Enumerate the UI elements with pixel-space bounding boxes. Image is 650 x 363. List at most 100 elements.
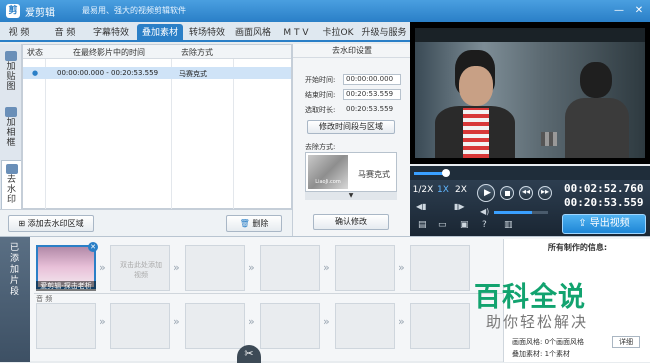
export-video-button[interactable]: ⇪ 导出视频 xyxy=(562,214,646,234)
person-face xyxy=(459,66,493,106)
tab-karaoke[interactable]: 卡拉OK xyxy=(316,24,360,42)
arrow-icon: » xyxy=(323,261,330,274)
bg-person-head xyxy=(580,62,612,98)
play-button[interactable]: ▶ xyxy=(477,184,495,202)
method-selector[interactable]: LiaoJi.com 马赛克式 xyxy=(305,152,397,192)
side-tab-label: 去水印 xyxy=(6,175,16,205)
modify-range-button[interactable]: 修改时间段与区域 xyxy=(307,120,395,134)
tab-audio[interactable]: 音 频 xyxy=(48,24,82,42)
added-clips-tab[interactable]: 已添加片段 xyxy=(0,237,30,362)
speed-double-button[interactable]: 2X xyxy=(452,184,470,196)
style-info-row: 画面风格: 0个画面风格 xyxy=(512,337,584,347)
tab-style[interactable]: 画面风格 xyxy=(230,24,276,42)
add-watermark-area-button[interactable]: ⊞ 添加去水印区域 xyxy=(8,215,94,232)
table-header: 状态 在最终影片中的时间 去除方式 xyxy=(23,45,291,59)
column-header[interactable]: 在最终影片中的时间 xyxy=(73,47,145,58)
side-tab-remove-watermark[interactable]: 去水印 xyxy=(1,160,21,210)
empty-clip-slot[interactable] xyxy=(260,245,320,291)
tab-upgrade[interactable]: 升级与服务 xyxy=(358,24,410,42)
arrow-icon: » xyxy=(398,261,405,274)
stop-button[interactable] xyxy=(500,186,514,200)
player-controls: 1/2X 1X 2X ▶ ◂◂ ▸▸ ◀▮ ▮▶ ◀) 00:02:52.760… xyxy=(410,180,650,236)
method-dropdown-icon[interactable]: ▼ xyxy=(305,192,397,200)
empty-clip-slot[interactable]: 双击此处添加视频 xyxy=(110,245,170,291)
watermark-settings-panel: 去水印设置 开始时间: 00:00:00.000 结束时间: 00:20:53.… xyxy=(292,44,411,236)
save-icon[interactable]: ▣ xyxy=(460,220,469,230)
tab-subtitle[interactable]: 字幕特效 xyxy=(88,24,134,42)
skip-forward-icon[interactable]: ▮▶ xyxy=(454,202,465,211)
detail-button[interactable]: 详细 xyxy=(612,336,640,348)
close-button[interactable]: ✕ xyxy=(632,4,646,18)
end-time-field[interactable]: 00:20:53.559 xyxy=(343,89,401,100)
minimize-button[interactable]: — xyxy=(612,4,626,18)
thumbnail-caption: LiaoJi.com xyxy=(315,179,341,185)
button-label: 导出视频 xyxy=(589,218,630,229)
delete-button[interactable]: 🗑 删除 xyxy=(226,215,282,232)
empty-clip-slot[interactable] xyxy=(410,245,470,291)
empty-clip-slot[interactable] xyxy=(185,245,245,291)
column-header[interactable]: 状态 xyxy=(27,47,43,58)
video-preview[interactable] xyxy=(410,22,650,164)
app-slogan: 最易用、强大的视频剪辑软件 xyxy=(82,6,186,15)
audio-slot[interactable] xyxy=(36,303,96,349)
side-tab-frame[interactable]: 加相框 xyxy=(1,104,21,154)
style-value: 0个画面风格 xyxy=(544,338,585,346)
style-label: 画面风格: xyxy=(512,338,543,346)
folder-icon[interactable]: ▭ xyxy=(438,220,447,230)
row-status: ● xyxy=(32,69,39,77)
sticker-icon xyxy=(5,51,17,61)
column-header[interactable]: 去除方式 xyxy=(181,47,213,58)
person-shirt xyxy=(463,108,489,158)
main-tab-bar: 视 频 音 频 字幕特效 叠加素材 转场特效 画面风格 M T V 卡拉OK 升… xyxy=(0,22,410,42)
start-time-label: 开始时间: xyxy=(305,76,336,84)
arrow-icon: » xyxy=(99,315,106,328)
remove-clip-icon[interactable]: ✕ xyxy=(88,242,98,252)
stop-icon xyxy=(505,191,510,196)
arrow-icon: » xyxy=(173,315,180,328)
audio-slot[interactable] xyxy=(260,303,320,349)
progress-track[interactable] xyxy=(410,166,650,180)
delete-icon[interactable]: ▥ xyxy=(504,220,513,230)
audio-slot[interactable] xyxy=(110,303,170,349)
table-row[interactable]: ● 00:00:00.000 - 00:20:53.559 马赛克式 xyxy=(23,67,291,79)
audio-slot[interactable] xyxy=(185,303,245,349)
clip-label: 爱剪辑-探击老析 xyxy=(36,281,96,291)
side-tab-label: 加贴图 xyxy=(6,62,16,92)
prev-frame-button[interactable]: ◂◂ xyxy=(519,186,533,200)
method-label: 去除方式: xyxy=(305,143,336,151)
side-tab-label: 加相框 xyxy=(6,118,16,148)
slot-hint: 双击此处添加视频 xyxy=(120,261,162,279)
overlay-info-row: 叠加素材: 1个素材 xyxy=(512,349,570,359)
confirm-modify-button[interactable]: 确认修改 xyxy=(313,214,389,230)
next-frame-button[interactable]: ▸▸ xyxy=(538,186,552,200)
method-name: 马赛克式 xyxy=(358,170,390,179)
tab-video[interactable]: 视 频 xyxy=(4,24,34,42)
tab-transition[interactable]: 转场特效 xyxy=(184,24,230,42)
empty-clip-slot[interactable] xyxy=(335,245,395,291)
button-label: 删除 xyxy=(252,219,269,228)
table-actions: ⊞ 添加去水印区域 🗑 删除 xyxy=(0,209,292,236)
scissors-icon[interactable]: ✂ xyxy=(237,345,261,363)
play-icon: ▶ xyxy=(484,188,491,198)
progress-handle[interactable] xyxy=(442,169,451,177)
tab-mtv[interactable]: M T V xyxy=(276,24,316,42)
help-icon[interactable]: ? xyxy=(482,220,487,230)
overlay-value: 1个素材 xyxy=(544,350,571,358)
speed-normal-button[interactable]: 1X xyxy=(434,184,452,196)
volume-icon[interactable]: ◀) xyxy=(480,207,489,216)
row-method: 马赛克式 xyxy=(179,70,207,78)
volume-track[interactable] xyxy=(494,211,548,214)
tab-overlay[interactable]: 叠加素材 xyxy=(137,24,183,42)
audio-slot[interactable] xyxy=(335,303,395,349)
open-file-icon[interactable]: ▤ xyxy=(418,220,427,230)
app-logo-icon: 剪 xyxy=(6,4,20,18)
speed-half-button[interactable]: 1/2X xyxy=(412,184,434,196)
audio-divider xyxy=(34,293,504,294)
frame-icon xyxy=(5,107,17,117)
side-tab-sticker[interactable]: 加贴图 xyxy=(1,48,21,98)
arrow-icon: » xyxy=(173,261,180,274)
skip-back-icon[interactable]: ◀▮ xyxy=(416,202,427,211)
audio-slot[interactable] xyxy=(410,303,470,349)
frame-top-band xyxy=(415,28,645,42)
start-time-field[interactable]: 00:00:00.000 xyxy=(343,74,401,85)
